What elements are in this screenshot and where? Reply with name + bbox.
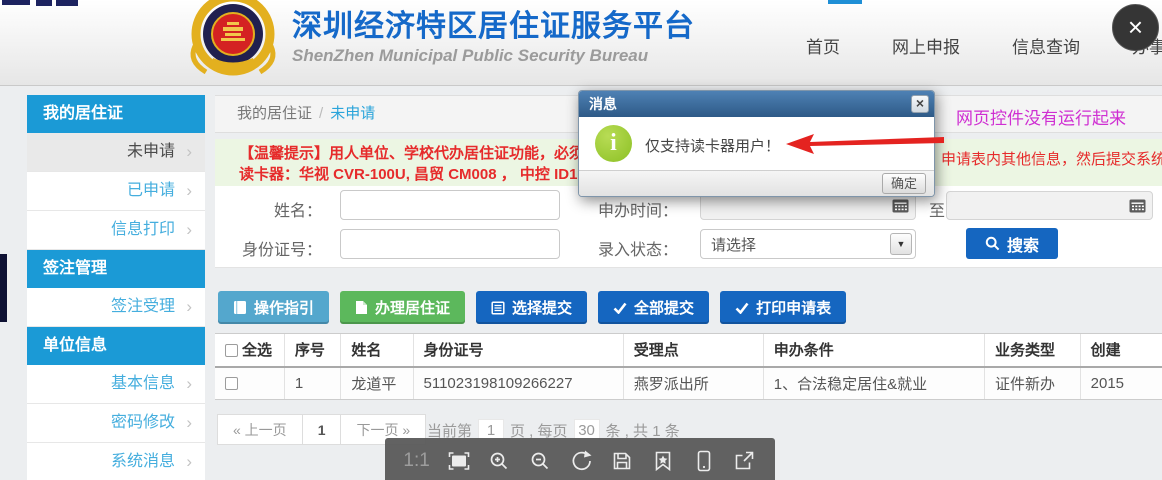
calendar-icon[interactable] bbox=[1129, 198, 1146, 213]
cell-business-type: 证件新办 bbox=[984, 367, 1080, 400]
sidebar: 我的居住证 未申请 › 已申请 › 信息打印 › 签注管理 签注受理 › 单位信… bbox=[27, 95, 205, 480]
window-edge-artifact bbox=[0, 254, 7, 322]
select-submit-button[interactable]: 选择提交 bbox=[476, 291, 587, 324]
site-title: 深圳经济特区居住证服务平台 bbox=[292, 1, 695, 45]
plugin-error-note: 网页控件没有运行起来 bbox=[956, 104, 1126, 129]
chevron-right-icon: › bbox=[186, 133, 192, 171]
check-icon bbox=[735, 302, 749, 314]
dialog-titlebar[interactable]: 消息 × bbox=[579, 91, 934, 117]
search-icon bbox=[985, 236, 1000, 251]
sidebar-item-basic-info[interactable]: 基本信息 › bbox=[27, 365, 205, 404]
applications-table: 全选 序号 姓名 身份证号 受理点 申办条件 业务类型 创建 1 龙道平 511… bbox=[215, 333, 1162, 400]
cell-condition: 1、合法稳定居住&就业 bbox=[763, 367, 984, 400]
prev-page-button[interactable]: « 上一页 bbox=[217, 414, 303, 445]
file-icon bbox=[355, 300, 368, 315]
sidebar-item-system-messages[interactable]: 系统消息 › bbox=[27, 443, 205, 480]
chevron-right-icon: › bbox=[186, 172, 192, 210]
cell-office: 燕罗派出所 bbox=[623, 367, 763, 400]
close-icon: × bbox=[1128, 12, 1143, 43]
chevron-right-icon: › bbox=[186, 443, 192, 480]
sidebar-item-not-applied[interactable]: 未申请 › bbox=[27, 133, 205, 172]
notice-reader-label: 读卡器： bbox=[239, 166, 299, 183]
table-row: 1 龙道平 511023198109266227 燕罗派出所 1、合法稳定居住&… bbox=[215, 367, 1162, 400]
chevron-right-icon: › bbox=[186, 404, 192, 442]
entry-status-label: 录入状态： bbox=[598, 236, 678, 260]
sidebar-item-change-password[interactable]: 密码修改 › bbox=[27, 404, 205, 443]
fit-screen-icon[interactable] bbox=[447, 449, 471, 473]
notice-line1: 【温馨提示】用人单位、学校代办居住证功能，必须 bbox=[239, 145, 584, 162]
rotate-icon[interactable] bbox=[569, 449, 593, 473]
table-header-row: 全选 序号 姓名 身份证号 受理点 申办条件 业务类型 创建 bbox=[215, 334, 1162, 367]
list-icon bbox=[491, 301, 505, 315]
active-tab-indicator bbox=[828, 0, 862, 4]
apply-time-label: 申办时间： bbox=[598, 197, 678, 221]
sidebar-item-endorsement-acceptance[interactable]: 签注受理 › bbox=[27, 288, 205, 327]
notice-reader-models: 华视 CVR-100U, 昌贸 CM008 ， 中控 ID1 bbox=[299, 166, 577, 183]
sidebar-section-my-permit: 我的居住证 bbox=[27, 95, 205, 133]
dialog-footer: 确定 bbox=[579, 170, 934, 196]
header: 深圳经济特区居住证服务平台 ShenZhen Municipal Public … bbox=[0, 0, 1162, 86]
action-toolbar: 操作指引 办理居住证 选择提交 全部提交 打印申请表 bbox=[218, 291, 846, 324]
dialog-close-button[interactable]: × bbox=[911, 95, 929, 113]
sidebar-item-info-print[interactable]: 信息打印 › bbox=[27, 211, 205, 250]
name-label: 姓名： bbox=[238, 197, 322, 221]
save-icon[interactable] bbox=[610, 449, 634, 473]
dialog-message: 仅支持读卡器用户！ bbox=[645, 135, 780, 156]
site-subtitle: ShenZhen Municipal Public Security Burea… bbox=[292, 46, 695, 66]
actual-size-button[interactable]: 1:1 bbox=[403, 450, 429, 472]
info-icon: i bbox=[595, 125, 632, 162]
breadcrumb-current: 未申请 bbox=[330, 105, 375, 122]
submit-all-button[interactable]: 全部提交 bbox=[598, 291, 709, 324]
chevron-right-icon: › bbox=[186, 211, 192, 249]
operation-guide-button[interactable]: 操作指引 bbox=[218, 291, 329, 324]
chevron-right-icon: › bbox=[186, 288, 192, 326]
zoom-out-icon[interactable] bbox=[528, 449, 552, 473]
name-input[interactable] bbox=[340, 190, 560, 220]
share-icon[interactable] bbox=[732, 449, 756, 473]
bookmark-icon[interactable] bbox=[651, 449, 675, 473]
calendar-icon[interactable] bbox=[892, 198, 909, 213]
cropped-text-fragment bbox=[36, 0, 52, 6]
device-icon[interactable] bbox=[692, 449, 716, 473]
nav-home[interactable]: 首页 bbox=[806, 33, 840, 58]
cell-created: 2015 bbox=[1080, 367, 1162, 400]
print-application-button[interactable]: 打印申请表 bbox=[720, 291, 846, 324]
close-icon: × bbox=[916, 95, 924, 111]
cell-id-number: 511023198109266227 bbox=[413, 367, 623, 400]
cropped-text-fragment bbox=[2, 0, 30, 5]
entry-status-select[interactable]: 请选择 ▼ bbox=[700, 229, 916, 259]
police-badge-logo bbox=[183, 0, 283, 80]
close-button[interactable]: × bbox=[1112, 4, 1159, 51]
date-to-input[interactable] bbox=[946, 191, 1153, 220]
cell-no: 1 bbox=[284, 367, 340, 400]
page-number-button[interactable]: 1 bbox=[302, 414, 342, 445]
ok-button[interactable]: 确定 bbox=[882, 173, 926, 194]
chevron-down-icon[interactable]: ▼ bbox=[890, 233, 912, 255]
select-all-checkbox[interactable] bbox=[225, 344, 238, 357]
cropped-text-fragment bbox=[56, 0, 78, 6]
cell-name: 龙道平 bbox=[341, 367, 413, 400]
id-number-input[interactable] bbox=[340, 229, 560, 259]
red-annotation-arrow bbox=[786, 131, 946, 159]
check-icon bbox=[613, 302, 627, 314]
zoom-in-icon[interactable] bbox=[487, 449, 511, 473]
dialog-title: 消息 bbox=[589, 96, 617, 112]
search-button[interactable]: 搜索 bbox=[966, 228, 1058, 259]
sidebar-section-unit-info: 单位信息 bbox=[27, 327, 205, 365]
date-range-to-label: 至 bbox=[929, 197, 945, 221]
breadcrumb-parent[interactable]: 我的居住证 bbox=[237, 105, 312, 122]
id-number-label: 身份证号： bbox=[225, 236, 322, 260]
notice-line1-continued: 申请表内其他信息，然后提交系统进 bbox=[941, 148, 1162, 169]
nav-info-query[interactable]: 信息查询 bbox=[1012, 33, 1080, 58]
viewer-toolbar: 1:1 bbox=[385, 438, 775, 480]
page: 深圳经济特区居住证服务平台 ShenZhen Municipal Public … bbox=[0, 0, 1162, 480]
nav-online-declaration[interactable]: 网上申报 bbox=[892, 33, 960, 58]
guide-book-icon bbox=[233, 300, 247, 315]
top-nav: 首页 网上申报 信息查询 办事 bbox=[806, 33, 1162, 58]
row-checkbox[interactable] bbox=[225, 377, 238, 390]
apply-permit-button[interactable]: 办理居住证 bbox=[340, 291, 465, 324]
chevron-right-icon: › bbox=[186, 365, 192, 403]
sidebar-section-endorsement: 签注管理 bbox=[27, 250, 205, 288]
sidebar-item-applied[interactable]: 已申请 › bbox=[27, 172, 205, 211]
